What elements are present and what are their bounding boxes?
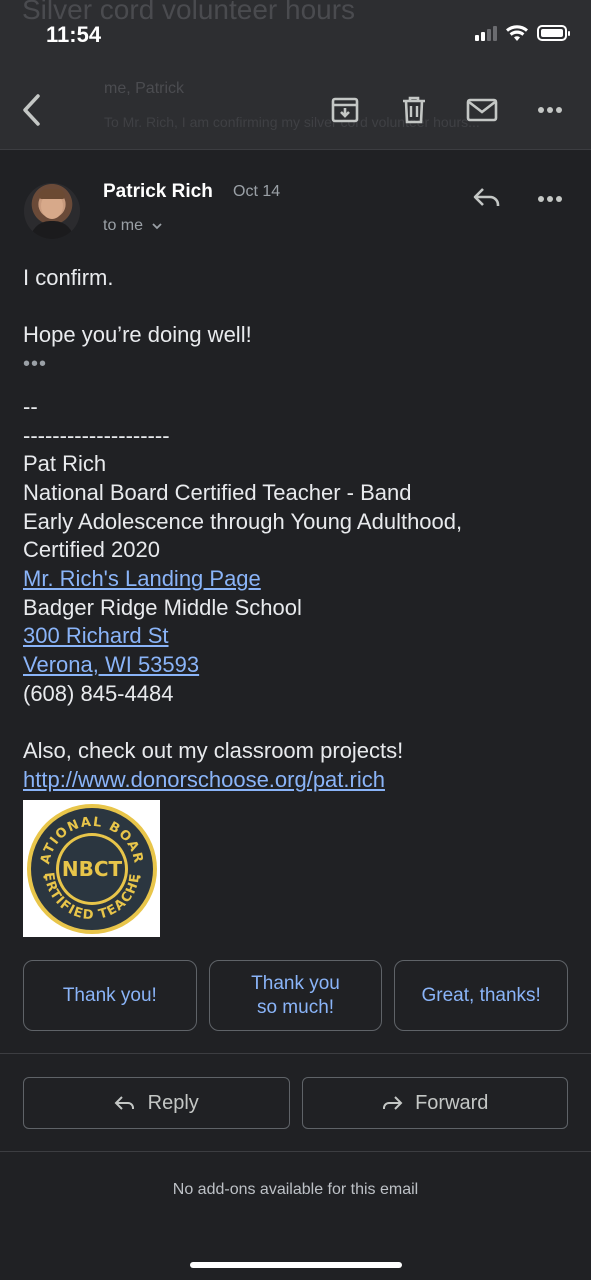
smart-reply-great-thanks[interactable]: Great, thanks! — [394, 960, 569, 1031]
recipient-details-toggle[interactable]: to me — [103, 217, 163, 235]
message-actions: Reply Forward — [23, 1077, 568, 1129]
trash-icon — [403, 96, 425, 124]
message-body: I confirm. Hope you’re doing well! ••• -… — [23, 264, 571, 795]
reply-button[interactable]: Reply — [23, 1077, 290, 1129]
body-line: Hope you’re doing well! — [23, 322, 252, 348]
forward-label: Forward — [415, 1091, 489, 1114]
forward-icon — [383, 1096, 403, 1110]
chevron-down-icon — [152, 223, 163, 230]
background-subject: Silver cord volunteer hours — [22, 0, 356, 25]
archive-button[interactable] — [327, 92, 363, 128]
signature-name: Pat Rich — [23, 451, 107, 477]
reply-icon-button[interactable] — [472, 186, 502, 213]
home-indicator[interactable] — [190, 1262, 402, 1268]
message-more-button[interactable] — [537, 190, 563, 208]
sender-avatar[interactable] — [24, 183, 80, 239]
signature-phone: (608) 845-4484 — [23, 680, 174, 706]
background-meta: me, Patrick — [104, 80, 185, 97]
reply-icon — [473, 188, 500, 206]
more-options-button[interactable] — [532, 92, 568, 128]
address-street-link[interactable]: 300 Richard St — [23, 623, 169, 648]
addons-status: No add-ons available for this email — [172, 1181, 419, 1198]
smart-replies: Thank you! Thank you so much! Great, tha… — [23, 960, 569, 1031]
nbct-seal-icon: NATIONAL BOARD CERTIFIED TEACHER NBCT — [25, 802, 157, 934]
toolbar: me, Patrick To Mr. Rich, I am confirming… — [0, 72, 591, 150]
signature-cert: Early Adolescence through Young Adulthoo… — [23, 508, 463, 534]
recipient-label: to me — [103, 217, 144, 234]
badge-center-text: NBCT — [61, 857, 122, 881]
donorschoose-link[interactable]: http://www.donorschoose.org/pat.rich — [23, 767, 385, 792]
message-date: Oct 14 — [233, 183, 281, 200]
smart-reply-thank-you[interactable]: Thank you! — [23, 960, 197, 1031]
cellular-signal-icon — [475, 25, 497, 41]
body-line: I confirm. — [23, 265, 114, 290]
more-horizontal-icon — [538, 196, 562, 202]
sender-name: Patrick Rich — [103, 181, 213, 202]
status-time: 11:54 — [46, 22, 102, 47]
smart-reply-thank-you-so-much[interactable]: Thank you so much! — [208, 960, 383, 1031]
show-trimmed-content-button[interactable]: ••• — [23, 350, 571, 379]
archive-icon — [331, 97, 359, 123]
back-button[interactable] — [14, 92, 50, 128]
delete-button[interactable] — [396, 92, 432, 128]
reply-icon — [114, 1096, 134, 1110]
signature-school: Badger Ridge Middle School — [23, 594, 302, 620]
more-horizontal-icon — [538, 107, 562, 113]
mark-unread-button[interactable] — [464, 92, 500, 128]
battery-icon — [537, 25, 570, 41]
signature-rule: -------------------- — [23, 422, 170, 448]
mail-icon — [466, 98, 498, 122]
divider — [0, 1151, 591, 1152]
reply-label: Reply — [147, 1091, 199, 1114]
address-city-link[interactable]: Verona, WI 53593 — [23, 652, 199, 677]
signature-cert-year: Certified 2020 — [23, 537, 160, 563]
projects-text: Also, check out my classroom projects! — [23, 738, 404, 764]
signature-title: National Board Certified Teacher - Band — [23, 479, 412, 505]
forward-button[interactable]: Forward — [301, 1077, 568, 1129]
nbct-badge-image: NATIONAL BOARD CERTIFIED TEACHER NBCT — [23, 800, 160, 937]
back-arrow-icon — [23, 94, 40, 126]
divider — [0, 1053, 591, 1054]
wifi-icon — [506, 25, 528, 41]
landing-page-link[interactable]: Mr. Rich's Landing Page — [23, 566, 261, 591]
signature-separator: -- — [23, 393, 38, 419]
status-icons — [475, 24, 570, 42]
status-bar: Silver cord volunteer hours 11:54 — [0, 0, 591, 72]
